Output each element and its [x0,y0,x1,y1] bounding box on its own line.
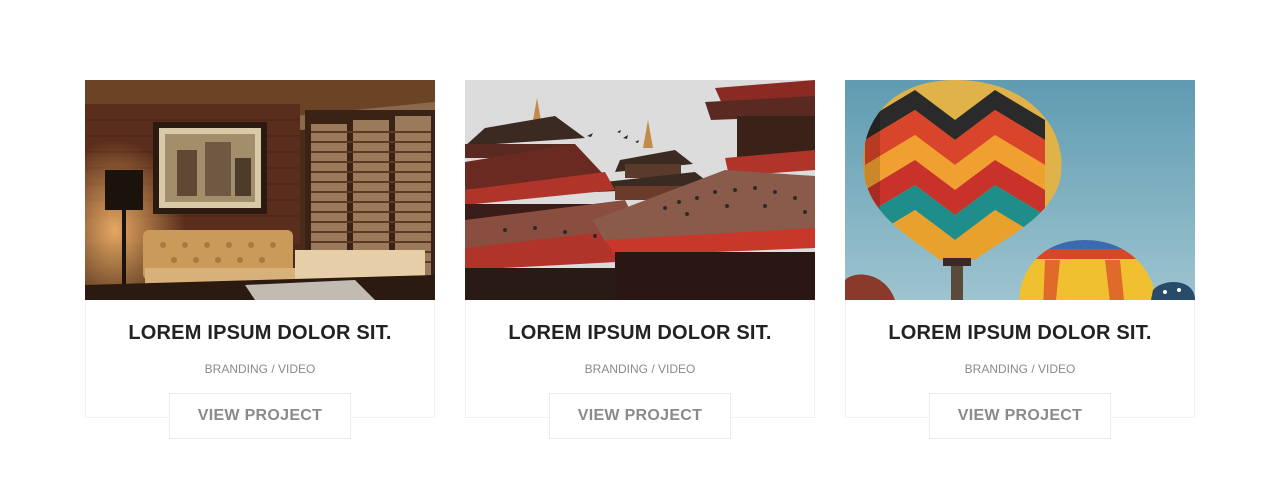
project-image-balloons[interactable] [845,80,1195,300]
project-image-pagoda[interactable] [465,80,815,300]
project-cards: LOREM IPSUM DOLOR SIT. BRANDING / VIDEO … [85,80,1195,439]
project-card: LOREM IPSUM DOLOR SIT. BRANDING / VIDEO … [465,80,815,439]
project-category: BRANDING / VIDEO [584,362,696,376]
view-project-button[interactable]: VIEW PROJECT [549,393,731,439]
project-category: BRANDING / VIDEO [964,362,1076,376]
view-project-button[interactable]: VIEW PROJECT [929,393,1111,439]
project-title: LOREM IPSUM DOLOR SIT. [508,322,772,344]
project-card: LOREM IPSUM DOLOR SIT. BRANDING / VIDEO … [845,80,1195,439]
project-title: LOREM IPSUM DOLOR SIT. [128,322,392,344]
project-image-lounge[interactable] [85,80,435,300]
project-card: LOREM IPSUM DOLOR SIT. BRANDING / VIDEO … [85,80,435,439]
view-project-button[interactable]: VIEW PROJECT [169,393,351,439]
project-title: LOREM IPSUM DOLOR SIT. [888,322,1152,344]
project-category: BRANDING / VIDEO [204,362,316,376]
